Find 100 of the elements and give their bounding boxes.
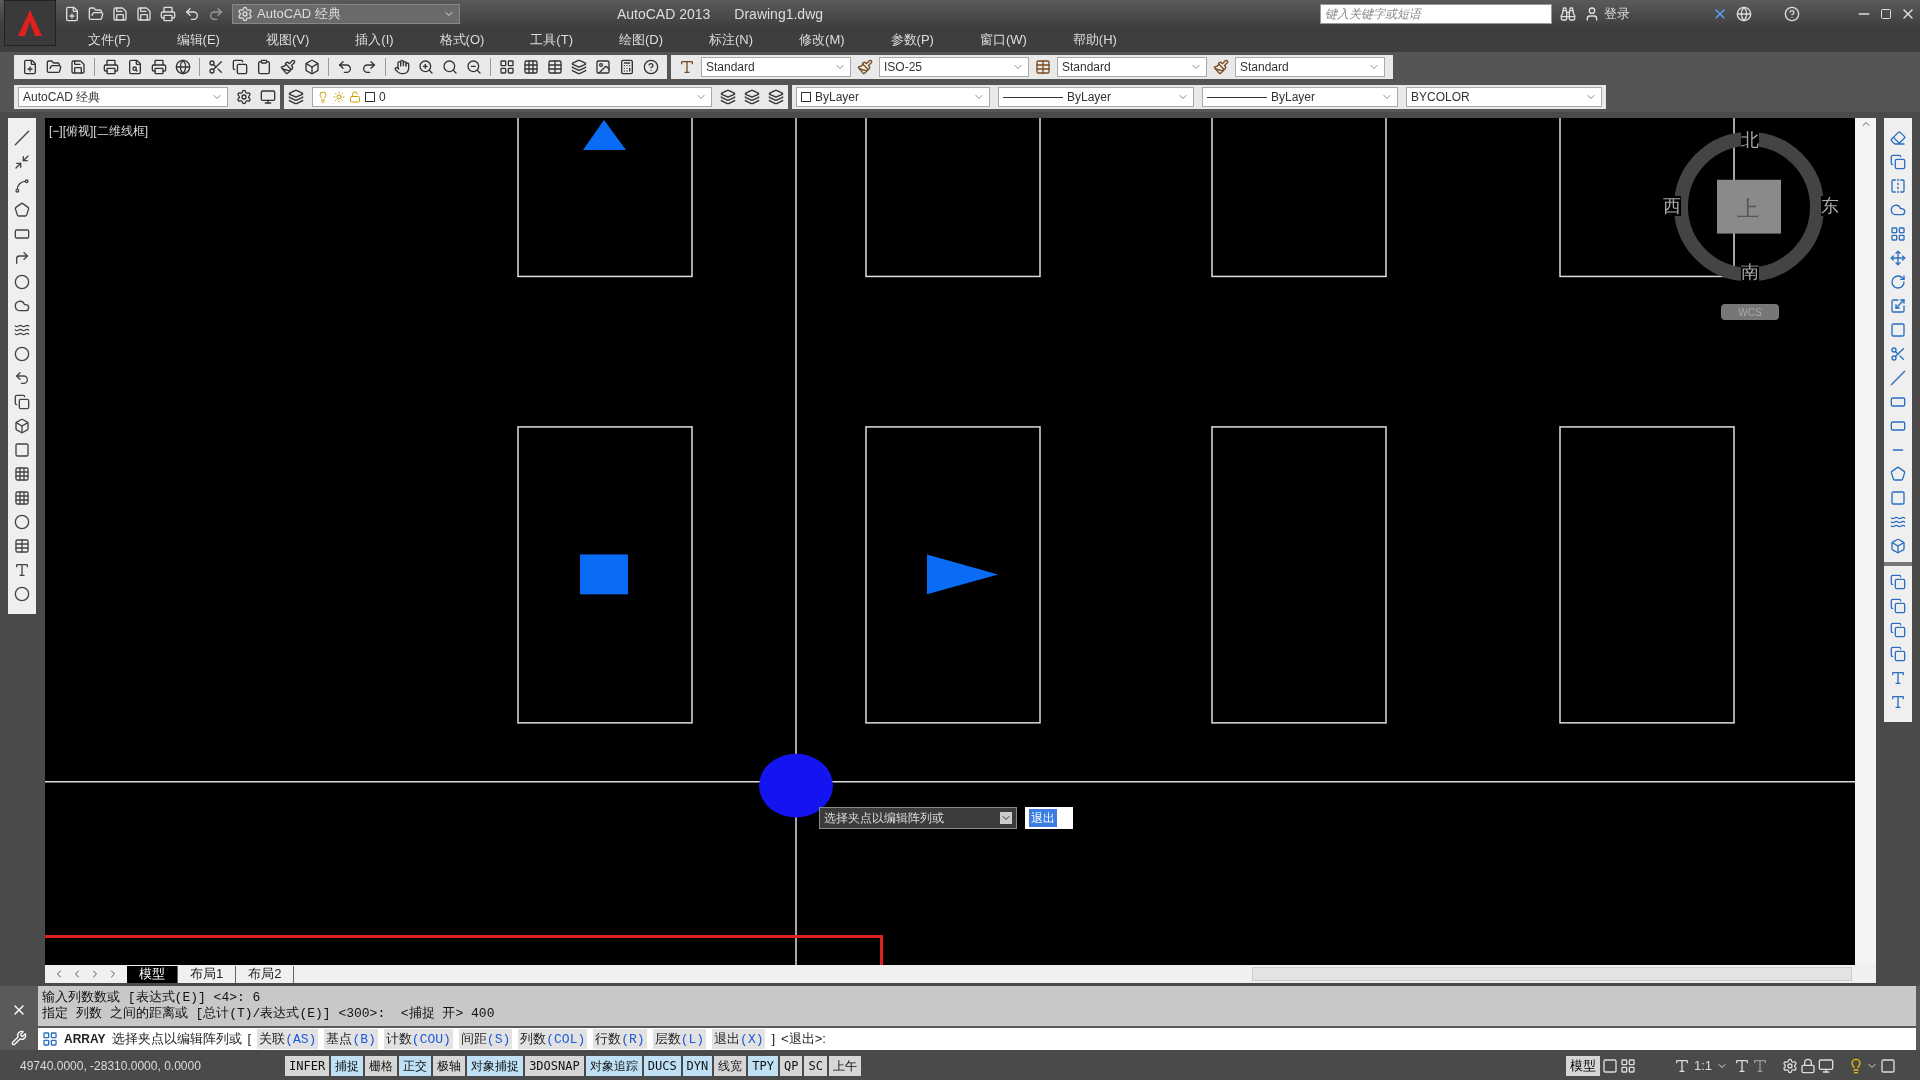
gear-icon[interactable]: [236, 89, 252, 105]
move-icon[interactable]: [1890, 250, 1906, 266]
property-dropdown[interactable]: ByLayer: [1202, 87, 1398, 107]
style-icon[interactable]: [857, 59, 873, 75]
compass-north[interactable]: 北: [1741, 130, 1759, 150]
layers-icon[interactable]: [768, 89, 784, 105]
mirror-icon[interactable]: [1890, 178, 1906, 194]
double-arrow-icon[interactable]: [14, 154, 30, 170]
command-option[interactable]: 计数(COU): [383, 1028, 453, 1050]
annotation-scale[interactable]: 1:1: [1669, 1056, 1732, 1076]
undo-icon[interactable]: [184, 6, 200, 22]
table-icon[interactable]: [14, 538, 30, 554]
vertical-scrollbar[interactable]: [1855, 118, 1876, 965]
status-toggle[interactable]: 3DOSNAP: [525, 1056, 584, 1076]
cut-icon[interactable]: [208, 59, 224, 75]
status-toggle[interactable]: 栅格: [365, 1056, 398, 1076]
status-toggle[interactable]: TPY: [748, 1056, 778, 1076]
array-icon[interactable]: [1890, 226, 1906, 242]
status-toggle[interactable]: 极轴: [433, 1056, 466, 1076]
style-dropdown[interactable]: Standard: [701, 57, 851, 77]
status-toggle[interactable]: SC: [804, 1056, 827, 1076]
horizontal-scrollbar[interactable]: [1252, 967, 1852, 981]
polyline-icon[interactable]: [14, 178, 30, 194]
trim-icon[interactable]: [1890, 346, 1906, 362]
command-option[interactable]: 间距(S): [458, 1028, 513, 1050]
new-file-icon[interactable]: [22, 59, 38, 75]
redo-icon[interactable]: [361, 59, 377, 75]
rotate-icon[interactable]: [1890, 274, 1906, 290]
command-option[interactable]: 退出(X): [712, 1028, 766, 1050]
style-icon[interactable]: [1213, 59, 1229, 75]
search-icon[interactable]: [442, 59, 458, 75]
zoom-in-icon[interactable]: [418, 59, 434, 75]
paste-icon[interactable]: [256, 59, 272, 75]
layers-icon[interactable]: [288, 89, 304, 105]
status-toggle[interactable]: 线宽: [714, 1056, 747, 1076]
wrench-icon[interactable]: [11, 1030, 27, 1046]
brush-icon[interactable]: [280, 59, 296, 75]
copy-icon[interactable]: [232, 59, 248, 75]
style-dropdown[interactable]: Standard: [1235, 57, 1385, 77]
array-icon[interactable]: [42, 1031, 58, 1047]
command-option[interactable]: 层数(L): [652, 1028, 707, 1050]
menu-item[interactable]: 格式(O): [427, 30, 497, 50]
menu-item[interactable]: 帮助(H): [1060, 30, 1129, 50]
new-file-icon[interactable]: [64, 6, 80, 22]
command-option[interactable]: 行数(R): [593, 1028, 647, 1050]
line-icon[interactable]: [14, 130, 30, 146]
layers-icon[interactable]: [744, 89, 760, 105]
menu-item[interactable]: 工具(T): [518, 30, 585, 50]
status-toggle[interactable]: 正交: [399, 1056, 432, 1076]
open-folder-icon[interactable]: [46, 59, 62, 75]
menu-item[interactable]: 标注(N): [697, 30, 766, 50]
application-menu-button[interactable]: [4, 0, 56, 46]
save-icon[interactable]: [70, 59, 86, 75]
lightbulb-icon[interactable]: [1848, 1058, 1864, 1074]
printer-icon[interactable]: [151, 59, 167, 75]
sign-in-button[interactable]: 登录: [1584, 4, 1704, 24]
compass-south[interactable]: 南: [1741, 262, 1759, 282]
status-toggle[interactable]: INFER: [285, 1056, 330, 1076]
globe-icon[interactable]: [175, 59, 191, 75]
menu-item[interactable]: 文件(F): [76, 30, 143, 50]
style-dropdown[interactable]: ISO-25: [879, 57, 1029, 77]
table-icon[interactable]: [547, 59, 563, 75]
text-icon[interactable]: [14, 562, 30, 578]
style-icon[interactable]: [679, 59, 695, 75]
compass-west[interactable]: 西: [1663, 196, 1681, 216]
viewports-icon[interactable]: [1619, 1058, 1636, 1074]
circle-icon[interactable]: [14, 274, 30, 290]
status-toggle[interactable]: DUCS: [643, 1056, 681, 1076]
workspace-dropdown[interactable]: AutoCAD 经典: [232, 4, 460, 24]
style-dropdown[interactable]: Standard: [1057, 57, 1207, 77]
status-toggle[interactable]: QP: [780, 1056, 803, 1076]
menu-item[interactable]: 窗口(W): [967, 30, 1039, 50]
search-field[interactable]: 键入关键字或短语: [1320, 4, 1552, 24]
workspace-select[interactable]: AutoCAD 经典: [18, 87, 228, 107]
calculator-icon[interactable]: [619, 59, 635, 75]
menu-item[interactable]: 视图(V): [253, 30, 322, 50]
command-option[interactable]: 列数(COL): [518, 1028, 588, 1050]
rectangle-icon[interactable]: [14, 226, 30, 242]
status-toggle[interactable]: 对象捕捉: [467, 1056, 524, 1076]
layers-icon[interactable]: [571, 59, 587, 75]
property-dropdown[interactable]: BYCOLOR: [1406, 87, 1602, 107]
printer-icon[interactable]: [103, 59, 119, 75]
property-dropdown[interactable]: ByLayer: [796, 87, 990, 107]
binoculars-icon[interactable]: [1560, 6, 1576, 22]
command-option[interactable]: 基点(B): [324, 1028, 378, 1050]
undo-icon[interactable]: [337, 59, 353, 75]
compass-east[interactable]: 东: [1821, 196, 1839, 216]
layout-tab[interactable]: 模型: [127, 965, 178, 983]
menu-item[interactable]: 编辑(E): [164, 30, 232, 50]
make-block-icon[interactable]: [14, 418, 30, 434]
command-option[interactable]: 关联(AS): [257, 1028, 319, 1050]
menu-item[interactable]: 修改(M): [787, 30, 857, 50]
block-icon[interactable]: [304, 59, 320, 75]
menu-item[interactable]: 插入(I): [343, 30, 406, 50]
text-edit-icon[interactable]: [1890, 670, 1906, 686]
exit-option[interactable]: 退出: [1025, 807, 1073, 829]
save-as-icon[interactable]: [136, 6, 152, 22]
grid-icon[interactable]: [523, 59, 539, 75]
status-toggle[interactable]: 对象追踪: [585, 1056, 642, 1076]
style-icon[interactable]: [1035, 59, 1051, 75]
